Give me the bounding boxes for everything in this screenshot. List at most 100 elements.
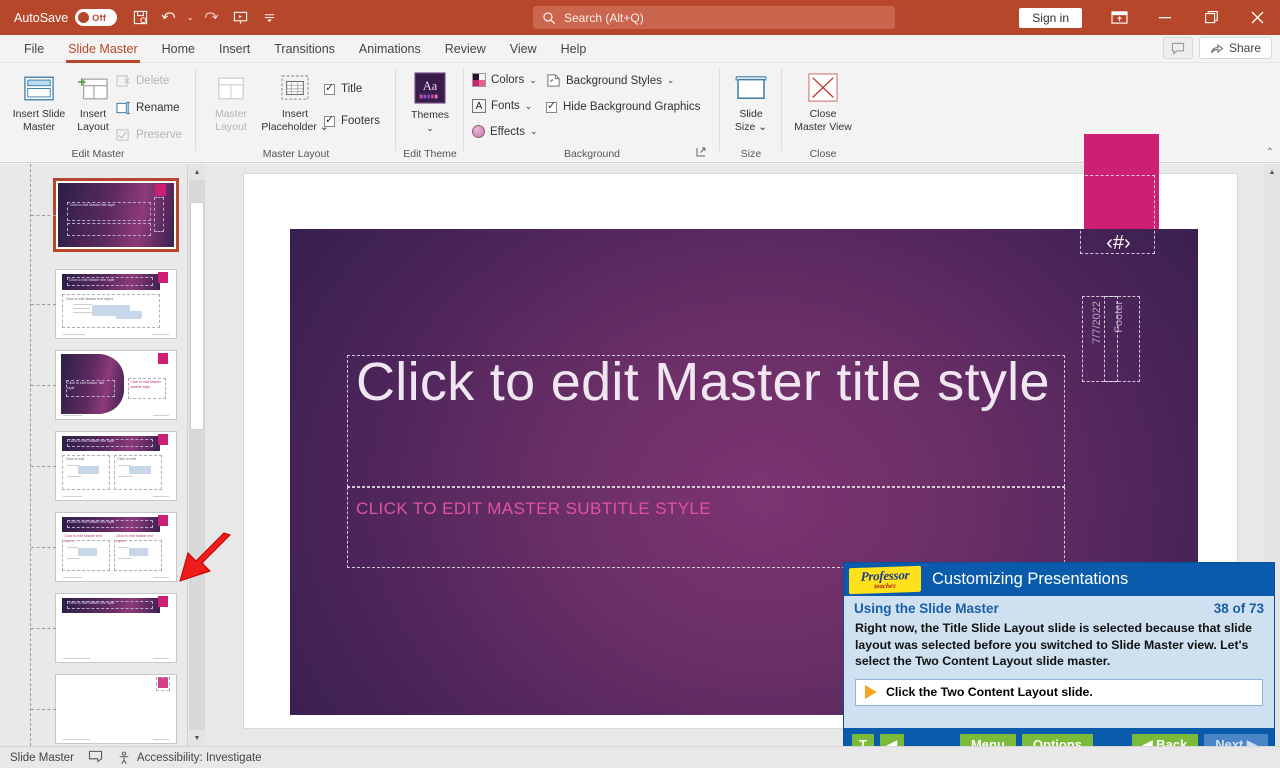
- effects-button[interactable]: Effects ⌄: [472, 125, 538, 138]
- footers-checkbox-label: Footers: [341, 115, 380, 127]
- tab-home[interactable]: Home: [150, 38, 207, 60]
- tab-animations[interactable]: Animations: [347, 38, 433, 60]
- ribbon-tab-strip: File Slide Master Home Insert Transition…: [0, 35, 1280, 63]
- close-master-view-button[interactable]: Close Master View: [792, 71, 854, 134]
- tutorial-action-box: Click the Two Content Layout slide.: [855, 678, 1263, 706]
- slide-number-placeholder[interactable]: ‹#›: [1080, 175, 1155, 254]
- status-view-name: Slide Master: [10, 751, 74, 764]
- tab-slide-master[interactable]: Slide Master: [56, 38, 149, 63]
- scroll-up-arrow-icon[interactable]: ▲: [189, 164, 205, 180]
- logo-line-1: Professor: [860, 566, 910, 584]
- scroll-down-arrow-icon[interactable]: ▼: [189, 730, 205, 746]
- footers-checkbox[interactable]: [324, 113, 335, 127]
- insert-layout-button[interactable]: Insert Layout: [62, 71, 124, 134]
- play-triangle-icon: [865, 685, 877, 699]
- thumbnail-layout-5[interactable]: Click to edit Master title style Click t…: [31, 512, 177, 582]
- colors-button[interactable]: Colors ⌄: [472, 73, 537, 87]
- hide-background-graphics-label: Hide Background Graphics: [563, 101, 701, 113]
- autosave-toggle-knob: [78, 12, 90, 23]
- comments-button[interactable]: [1162, 37, 1193, 59]
- footers-checkbox-row[interactable]: Footers: [324, 113, 380, 127]
- professor-teaches-logo: Professor teaches: [849, 565, 921, 594]
- tab-insert[interactable]: Insert: [207, 38, 262, 60]
- fonts-icon: A: [472, 99, 486, 113]
- thumbnail-layout-2[interactable]: Click to edit Master title style Click t…: [31, 269, 177, 339]
- accessibility-status[interactable]: Accessibility: Investigate: [117, 751, 262, 765]
- tab-transitions[interactable]: Transitions: [262, 38, 347, 60]
- search-icon: [543, 11, 555, 24]
- tab-review[interactable]: Review: [433, 38, 498, 60]
- footer-placeholder[interactable]: Footer: [1104, 296, 1140, 382]
- ribbon-display-options-icon[interactable]: [1096, 0, 1142, 35]
- redo-icon[interactable]: [198, 6, 224, 30]
- accessibility-icon: [119, 751, 129, 764]
- thumbnail-layout-3[interactable]: Click to edit Master title style Click t…: [31, 350, 177, 420]
- ribbon-right-actions: Share: [1162, 37, 1272, 59]
- insert-layout-label-2: Layout: [77, 121, 109, 133]
- share-button[interactable]: Share: [1198, 37, 1272, 59]
- slide-thumbnail-pane[interactable]: Click to edit Master title style Click t…: [0, 164, 188, 746]
- thumbnail-slide-master[interactable]: Click to edit Master title style: [31, 178, 179, 252]
- subtitle-placeholder[interactable]: CLICK TO EDIT MASTER SUBTITLE STYLE: [347, 487, 1065, 568]
- ribbon-group-master-layout: Master Layout Insert Placeholder ⌄ Title…: [196, 63, 396, 163]
- themes-caret: ⌄: [426, 123, 434, 133]
- start-presentation-icon[interactable]: [227, 6, 253, 30]
- tutorial-overlay: Professor teaches Customizing Presentati…: [843, 562, 1275, 762]
- window-controls: Sign in: [1019, 0, 1280, 35]
- thumbnail-scroll-thumb[interactable]: [190, 202, 204, 430]
- preserve-icon: [116, 129, 129, 141]
- insert-slide-master-button[interactable]: Insert Slide Master: [8, 71, 70, 134]
- collapse-ribbon-icon[interactable]: ⌃: [1266, 147, 1274, 158]
- thumbnail-layout-6[interactable]: Click to edit Master title style: [31, 593, 177, 663]
- close-master-view-icon: [792, 71, 854, 105]
- tab-help[interactable]: Help: [549, 38, 599, 60]
- title-checkbox-row[interactable]: Title: [324, 81, 362, 95]
- themes-button[interactable]: Aa Themes ⌄: [399, 71, 461, 135]
- thumbnail-layout-7[interactable]: [31, 674, 177, 744]
- background-styles-button[interactable]: Background Styles ⌄: [546, 73, 674, 88]
- search-input[interactable]: Search (Alt+Q): [533, 6, 895, 29]
- sign-in-button[interactable]: Sign in: [1019, 7, 1082, 28]
- rename-button[interactable]: Rename: [116, 101, 179, 115]
- undo-icon[interactable]: [156, 6, 182, 30]
- hide-background-graphics-checkbox[interactable]: [546, 99, 557, 113]
- close-master-view-label-2: Master View: [794, 121, 852, 133]
- search-placeholder: Search (Alt+Q): [564, 10, 644, 25]
- tutorial-body-text: Right now, the Title Slide Layout slide …: [855, 621, 1253, 668]
- background-dialog-launcher[interactable]: [696, 147, 706, 160]
- autosave-toggle[interactable]: Off: [75, 9, 118, 26]
- tutorial-lesson-row: Using the Slide Master 38 of 73: [844, 596, 1274, 618]
- qat-overflow-icon[interactable]: [256, 6, 282, 30]
- footer-text: Footer: [1113, 301, 1125, 333]
- title-placeholder[interactable]: Click to edit Master title style: [347, 352, 1065, 487]
- fonts-button[interactable]: A Fonts ⌄: [472, 99, 532, 113]
- tutorial-lesson-title: Using the Slide Master: [854, 601, 999, 616]
- minimize-button[interactable]: [1142, 0, 1188, 35]
- thumbnail-scrollbar[interactable]: ▲ ▼: [189, 164, 205, 746]
- date-text: 7/7/2022: [1091, 301, 1103, 344]
- preserve-button: Preserve: [116, 128, 182, 142]
- subtitle-placeholder-text: CLICK TO EDIT MASTER SUBTITLE STYLE: [356, 499, 712, 518]
- hide-background-graphics-row[interactable]: Hide Background Graphics: [546, 99, 701, 113]
- thumbnail-layout-4[interactable]: Click to edit Master title style Click t…: [31, 431, 177, 501]
- undo-dropdown-icon[interactable]: ⌄: [185, 6, 195, 30]
- title-checkbox[interactable]: [324, 81, 335, 95]
- tab-view[interactable]: View: [498, 38, 549, 60]
- fonts-caret: ⌄: [524, 100, 533, 111]
- canvas-scroll-up-icon[interactable]: ▲: [1264, 164, 1280, 180]
- colors-caret: ⌄: [529, 74, 537, 85]
- slide-number-text: ‹#›: [1106, 232, 1131, 254]
- share-icon: [1210, 43, 1224, 53]
- slide-size-label-1: Slide: [739, 108, 763, 120]
- notes-icon[interactable]: [88, 750, 103, 766]
- ribbon-group-edit-master: Insert Slide Master Insert Layout Delete…: [0, 63, 196, 163]
- close-button[interactable]: [1234, 0, 1280, 35]
- tutorial-title: Customizing Presentations: [932, 570, 1129, 588]
- ribbon-group-close: Close Master View Close: [782, 63, 864, 163]
- slide-size-button[interactable]: Slide Size ⌄: [720, 71, 782, 134]
- restore-button[interactable]: [1188, 0, 1234, 35]
- annotation-arrow-icon: [179, 532, 231, 582]
- save-icon[interactable]: [127, 6, 153, 30]
- tab-file[interactable]: File: [12, 38, 56, 60]
- logo-line-2: teaches: [874, 581, 896, 590]
